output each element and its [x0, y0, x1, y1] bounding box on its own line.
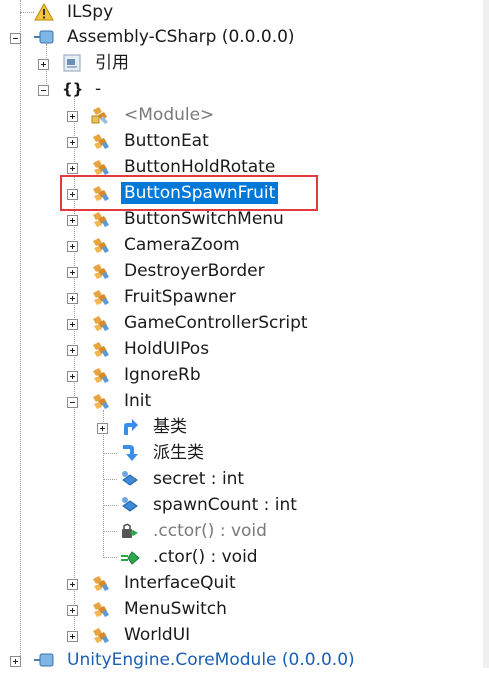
- expand-toggle[interactable]: [67, 163, 78, 174]
- tree-node-class[interactable]: InterfaceQuit: [0, 570, 300, 596]
- assembly-icon: [34, 650, 54, 670]
- class-icon: [90, 365, 110, 385]
- class-icon: [90, 261, 110, 281]
- tree-node-class[interactable]: FruitSpawner: [0, 284, 300, 310]
- tree-node-module[interactable]: <Module>: [0, 102, 300, 128]
- expand-toggle[interactable]: [97, 423, 108, 434]
- expand-toggle[interactable]: [10, 656, 21, 667]
- tree-node-label: 引用: [95, 53, 129, 73]
- assembly-icon: [34, 27, 54, 47]
- tree-node-label: <Module>: [124, 105, 215, 125]
- tree-node-field[interactable]: secret : int: [0, 466, 300, 492]
- tree-node-label: HoldUIPos: [124, 339, 210, 359]
- expand-toggle[interactable]: [38, 59, 49, 70]
- tree-node-namespace[interactable]: {} -: [0, 76, 200, 102]
- tree-node-label: GameControllerScript: [124, 313, 308, 333]
- tree-node-label: FruitSpawner: [124, 287, 236, 307]
- vertical-scrollbar[interactable]: [483, 0, 489, 668]
- collapse-toggle[interactable]: [10, 33, 21, 44]
- tree-node-field[interactable]: spawnCount : int: [0, 492, 320, 518]
- tree-node-unity-core-module[interactable]: UnityEngine.CoreModule (0.0.0.0): [0, 648, 380, 674]
- collapse-toggle[interactable]: [38, 85, 49, 96]
- tree-node-label: DestroyerBorder: [124, 261, 265, 281]
- expand-toggle[interactable]: [67, 319, 78, 330]
- module-class-icon: [90, 105, 110, 125]
- tree-node-label: CameraZoom: [124, 235, 240, 255]
- tree-node-class[interactable]: WorldUI: [0, 622, 300, 648]
- tree-node-ilspy[interactable]: ILSpy: [0, 0, 300, 26]
- tree-node-class[interactable]: IgnoreRb: [0, 362, 300, 388]
- base-types-arrow-icon: [120, 417, 140, 437]
- tree-node-label: InterfaceQuit: [124, 573, 236, 593]
- class-icon: [90, 573, 110, 593]
- tree-node-label: Assembly-CSharp (0.0.0.0): [67, 27, 295, 47]
- static-field-icon: [120, 469, 140, 489]
- constructor-method-icon: [120, 547, 140, 567]
- tree-node-label: Init: [124, 391, 152, 411]
- class-icon: [90, 313, 110, 333]
- namespace-icon: {}: [62, 80, 84, 98]
- warning-assembly-icon: [34, 2, 54, 22]
- tree-node-base-types[interactable]: 基类: [0, 414, 260, 440]
- tree-node-method[interactable]: .cctor() : void: [0, 518, 300, 544]
- class-icon: [90, 157, 110, 177]
- expand-toggle[interactable]: [67, 605, 78, 616]
- tree-node-class[interactable]: ButtonEat: [0, 128, 300, 154]
- class-icon: [90, 625, 110, 645]
- class-icon: [90, 391, 110, 411]
- tree-node-label: spawnCount : int: [153, 495, 297, 515]
- tree-node-class-init[interactable]: Init: [0, 388, 300, 414]
- expand-toggle[interactable]: [67, 371, 78, 382]
- tree-node-label: 派生类: [153, 443, 204, 463]
- tree-node-class[interactable]: DestroyerBorder: [0, 258, 300, 284]
- highlight-annotation-box: [60, 175, 318, 211]
- class-icon: [90, 131, 110, 151]
- expand-toggle[interactable]: [67, 345, 78, 356]
- tree-node-label: ButtonEat: [124, 131, 209, 151]
- expand-toggle[interactable]: [67, 293, 78, 304]
- tree-node-method[interactable]: .ctor() : void: [0, 544, 300, 570]
- collapse-toggle[interactable]: [67, 397, 78, 408]
- tree-node-class[interactable]: CameraZoom: [0, 232, 300, 258]
- class-icon: [90, 339, 110, 359]
- expand-toggle[interactable]: [67, 137, 78, 148]
- tree-node-label: -: [95, 79, 102, 99]
- tree-node-label: 基类: [153, 417, 187, 437]
- private-static-method-icon: [120, 521, 140, 541]
- references-folder-icon: [62, 53, 82, 73]
- tree-node-derived-types[interactable]: 派生类: [0, 440, 260, 466]
- static-field-icon: [120, 495, 140, 515]
- tree-node-references[interactable]: 引用: [0, 50, 200, 76]
- expand-toggle[interactable]: [67, 215, 78, 226]
- tree-node-label: .ctor() : void: [153, 547, 258, 567]
- tree-node-label: WorldUI: [124, 625, 191, 645]
- tree-node-label: MenuSwitch: [124, 599, 227, 619]
- class-icon: [90, 235, 110, 255]
- tree-node-class[interactable]: MenuSwitch: [0, 596, 300, 622]
- expand-toggle[interactable]: [67, 267, 78, 278]
- tree-node-label: ILSpy: [67, 2, 114, 22]
- class-icon: [90, 287, 110, 307]
- derived-types-arrow-icon: [120, 443, 140, 463]
- assembly-tree-view[interactable]: ILSpy Assembly-CSharp (0.0.0.0) 引用 {} - …: [0, 0, 489, 670]
- tree-node-label: secret : int: [153, 469, 245, 489]
- tree-node-class[interactable]: HoldUIPos: [0, 336, 300, 362]
- expand-toggle[interactable]: [67, 111, 78, 122]
- expand-toggle[interactable]: [67, 241, 78, 252]
- tree-node-label: ButtonSwitchMenu: [124, 209, 284, 229]
- tree-node-class[interactable]: GameControllerScript: [0, 310, 340, 336]
- class-icon: [90, 599, 110, 619]
- class-icon: [90, 209, 110, 229]
- expand-toggle[interactable]: [67, 579, 78, 590]
- tree-node-assembly-csharp[interactable]: Assembly-CSharp (0.0.0.0): [0, 24, 320, 50]
- expand-toggle[interactable]: [67, 631, 78, 642]
- tree-node-label: IgnoreRb: [124, 365, 201, 385]
- tree-node-label: .cctor() : void: [153, 521, 267, 541]
